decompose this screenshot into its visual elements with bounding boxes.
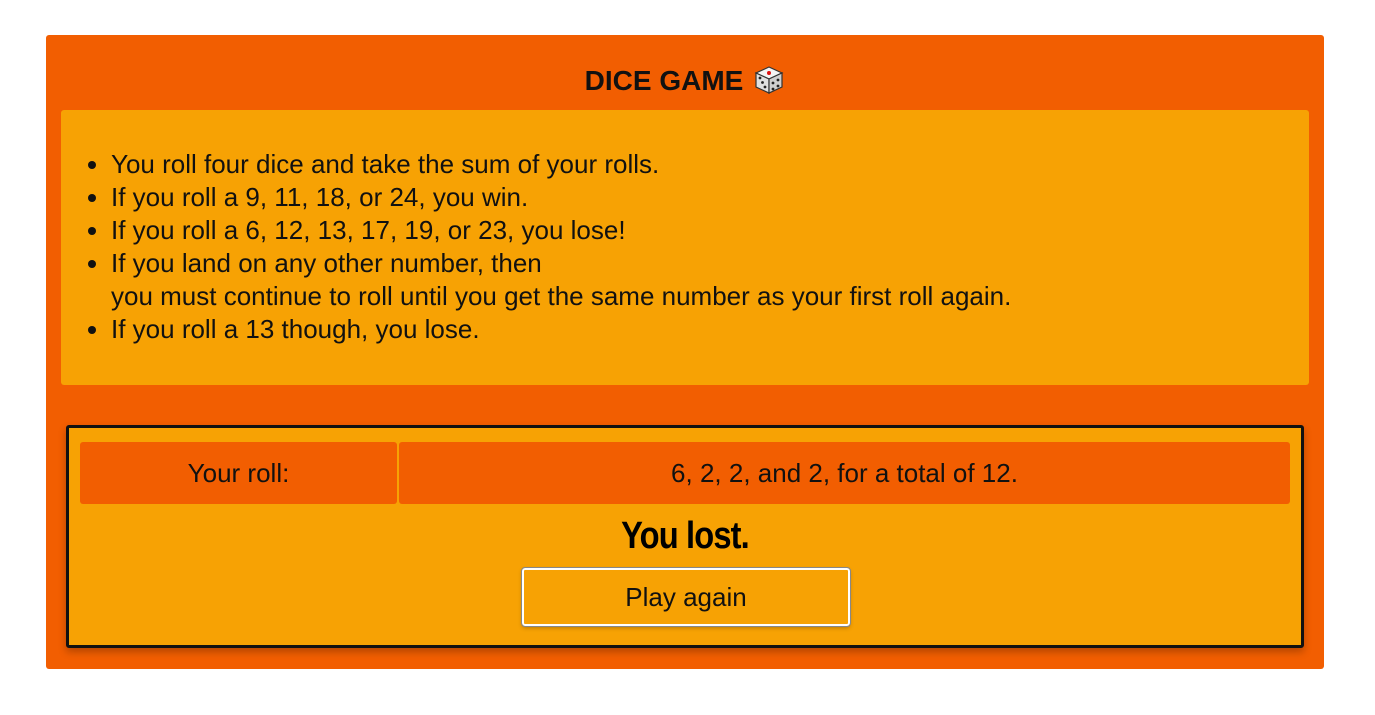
rule-text: If you roll a 13 though, you lose.	[111, 314, 480, 344]
rule-item: If you roll a 6, 12, 13, 17, 19, or 23, …	[111, 214, 1011, 247]
game-panel: DICE GAME You roll four dice and take th…	[46, 35, 1324, 669]
rule-text: You roll four dice and take the sum of y…	[111, 149, 660, 179]
roll-label: Your roll:	[80, 442, 397, 504]
roll-value: 6, 2, 2, and 2, for a total of 12.	[399, 442, 1290, 504]
die-icon	[753, 64, 785, 96]
rule-text: If you roll a 9, 11, 18, or 24, you win.	[111, 182, 529, 212]
result-message: You lost.	[621, 515, 750, 557]
play-again-button[interactable]: Play again	[521, 567, 851, 627]
rules-box: You roll four dice and take the sum of y…	[61, 110, 1309, 385]
rule-item: If you roll a 9, 11, 18, or 24, you win.	[111, 181, 1011, 214]
rule-text: If you roll a 6, 12, 13, 17, 19, or 23, …	[111, 215, 626, 245]
rule-item: If you land on any other number, thenyou…	[111, 247, 1011, 313]
rule-text: If you land on any other number, then	[111, 248, 542, 278]
game-title-text: DICE GAME	[584, 65, 744, 96]
result-box: Your roll: 6, 2, 2, and 2, for a total o…	[66, 425, 1304, 648]
game-title: DICE GAME	[46, 65, 1324, 99]
rule-item: You roll four dice and take the sum of y…	[111, 148, 1011, 181]
rule-text-continuation: you must continue to roll until you get …	[111, 281, 1012, 311]
rule-item: If you roll a 13 though, you lose.	[111, 313, 1011, 346]
rules-list: You roll four dice and take the sum of y…	[111, 148, 1011, 346]
